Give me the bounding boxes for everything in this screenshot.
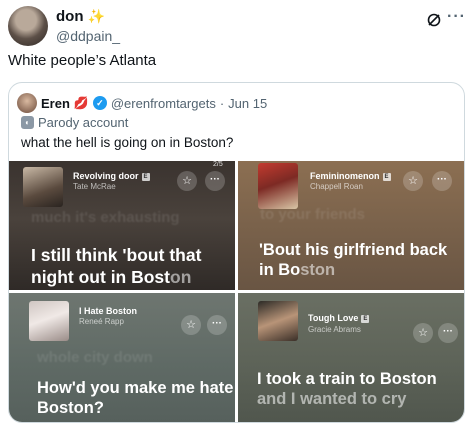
mask-icon: ◐ <box>21 116 34 129</box>
lyric-card[interactable]: Femininomenon E Chappell Roan ☆ ··· to yo… <box>238 161 464 290</box>
faded-lyric: to your friends <box>260 206 366 223</box>
quote-text: what the hell is going on in Boston? <box>21 135 234 150</box>
song-artist: Tate McRae <box>73 182 116 191</box>
quote-header: Eren 💋 ✓ @erenfromtargets · Jun 15 <box>17 93 267 113</box>
author-line: don ✨ <box>56 8 105 25</box>
author-name[interactable]: don <box>56 8 84 25</box>
star-icon[interactable]: ☆ <box>177 171 197 191</box>
song-artist: Gracie Abrams <box>308 325 361 334</box>
song-title: I Hate Boston <box>79 306 138 316</box>
explicit-icon: E <box>382 172 391 181</box>
faded-lyric: much it's exhausting <box>31 209 180 226</box>
album-art <box>258 301 298 341</box>
lyric-card[interactable]: I Hate Boston Reneé Rapp ☆ ··· whole cit… <box>9 293 235 422</box>
verified-badge-icon: ✓ <box>92 96 107 110</box>
parody-label: ◐ Parody account <box>21 115 128 130</box>
lyric-text: How'd you make me hate Boston? <box>37 379 234 418</box>
more-icon[interactable]: ··· <box>438 323 458 343</box>
author-handle[interactable]: @ddpain_ <box>56 28 120 44</box>
grok-icon[interactable] <box>426 12 442 28</box>
song-title: Femininomenon E <box>310 171 391 181</box>
post-text: White people’s Atlanta <box>8 52 157 69</box>
album-art <box>258 163 298 209</box>
more-icon[interactable]: ··· <box>207 315 227 335</box>
quote-date[interactable]: Jun 15 <box>228 96 267 111</box>
lyric-text: 'Bout his girlfriend back in Boston <box>259 241 448 280</box>
quoted-post[interactable]: Eren 💋 ✓ @erenfromtargets · Jun 15 ◐ Par… <box>8 82 465 423</box>
parody-text: Parody account <box>38 115 129 130</box>
quote-author-name[interactable]: Eren <box>41 96 70 111</box>
lyric-card[interactable]: Tough Love E Gracie Abrams ☆ ··· I took a… <box>238 293 464 422</box>
explicit-icon: E <box>361 314 370 323</box>
song-title: Revolving door E <box>73 171 150 181</box>
avatar[interactable] <box>8 6 48 46</box>
star-icon[interactable]: ☆ <box>413 323 433 343</box>
separator-dot: · <box>219 95 225 111</box>
lyric-card[interactable]: Revolving door E Tate McRae 2/5 ☆ ··· muc… <box>9 161 235 290</box>
album-art <box>29 301 69 341</box>
star-icon[interactable]: ☆ <box>181 315 201 335</box>
song-title: Tough Love E <box>308 313 370 323</box>
song-artist: Chappell Roan <box>310 182 363 191</box>
quote-avatar[interactable] <box>17 93 37 113</box>
post-header: don ✨ @ddpain_ ··· <box>8 6 466 46</box>
lyrics-image-grid: Revolving door E Tate McRae 2/5 ☆ ··· muc… <box>9 161 464 422</box>
song-artist: Reneé Rapp <box>79 317 124 326</box>
lyric-text: I took a train to Boston and I wanted to… <box>257 370 437 409</box>
lips-icon: 💋 <box>73 96 89 110</box>
lyric-text: I still think 'bout that night out in Bo… <box>31 245 202 287</box>
quote-handle[interactable]: @erenfromtargets <box>111 96 216 111</box>
more-icon[interactable]: ··· <box>205 171 225 191</box>
faded-lyric: whole city down <box>37 349 153 366</box>
more-options-icon[interactable]: ··· <box>447 8 466 26</box>
page-count: 2/5 <box>213 161 223 168</box>
album-art <box>23 167 63 207</box>
sparkle-icon: ✨ <box>87 8 105 24</box>
explicit-icon: E <box>141 172 150 181</box>
more-icon[interactable]: ··· <box>432 171 452 191</box>
star-icon[interactable]: ☆ <box>403 171 423 191</box>
